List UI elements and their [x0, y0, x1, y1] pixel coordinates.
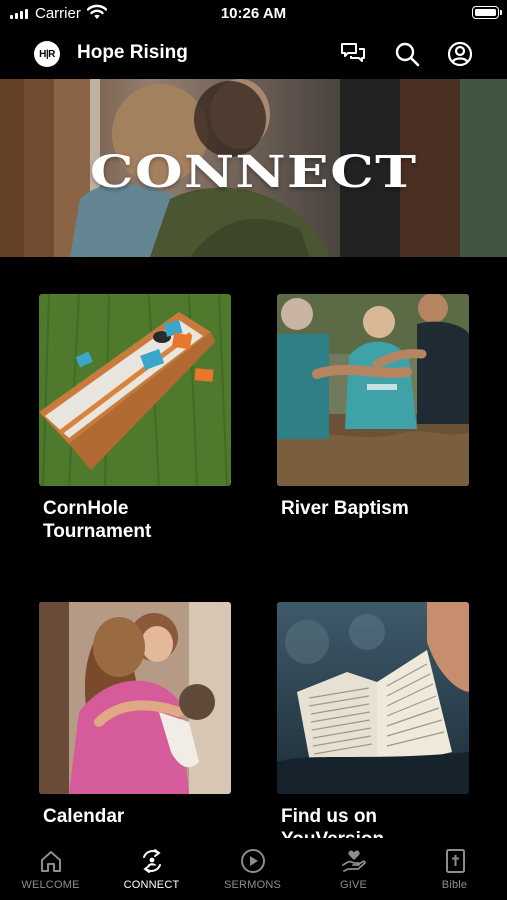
card-cornhole-tournament[interactable]: CornHole Tournament [39, 294, 231, 543]
tab-sermons[interactable]: SERMONS [202, 838, 303, 900]
connect-icon [142, 849, 161, 873]
app-logo[interactable]: H|R [34, 41, 60, 67]
battery-icon [472, 6, 502, 19]
tab-label: WELCOME [21, 879, 80, 891]
play-icon [240, 849, 265, 873]
home-icon [40, 851, 61, 872]
tab-label: GIVE [339, 879, 368, 891]
tab-give[interactable]: GIVE [303, 838, 404, 900]
card-title: CornHole Tournament [43, 498, 152, 542]
tab-welcome[interactable]: WELCOME [0, 838, 101, 900]
hero-banner: CONNECT [0, 79, 507, 257]
clock: 10:26 AM [220, 5, 287, 22]
cornhole-board-photo [39, 294, 231, 486]
chat-icon[interactable] [339, 40, 367, 68]
bible-icon [445, 849, 465, 873]
tab-label: Bible [441, 879, 468, 891]
open-bible-photo [277, 602, 469, 794]
card-calendar[interactable]: Calendar [39, 602, 231, 828]
tab-connect[interactable]: CONNECT [101, 838, 202, 900]
tab-label: SERMONS [223, 879, 282, 891]
give-icon [341, 850, 366, 872]
card-title: River Baptism [281, 498, 409, 519]
bottom-tab-bar: WELCOME CONNECT SERMONS GIVE Bible [0, 838, 507, 900]
tab-label: CONNECT [123, 879, 180, 891]
hugging-women-photo [39, 602, 231, 794]
hero-title: CONNECT [89, 147, 418, 198]
card-river-baptism[interactable]: River Baptism [277, 294, 469, 520]
top-nav-bar: H|R Hope Rising [0, 30, 507, 78]
tab-bible[interactable]: Bible [404, 838, 505, 900]
card-title: Calendar [43, 806, 125, 827]
app-title: Hope Rising [77, 42, 188, 63]
search-icon[interactable] [393, 40, 421, 68]
card-find-us-on-youversion[interactable]: Find us on YouVersion [277, 602, 469, 851]
river-baptism-photo [277, 294, 469, 486]
status-bar: Carrier 10:26 AM [0, 0, 507, 28]
account-icon[interactable] [446, 40, 474, 68]
